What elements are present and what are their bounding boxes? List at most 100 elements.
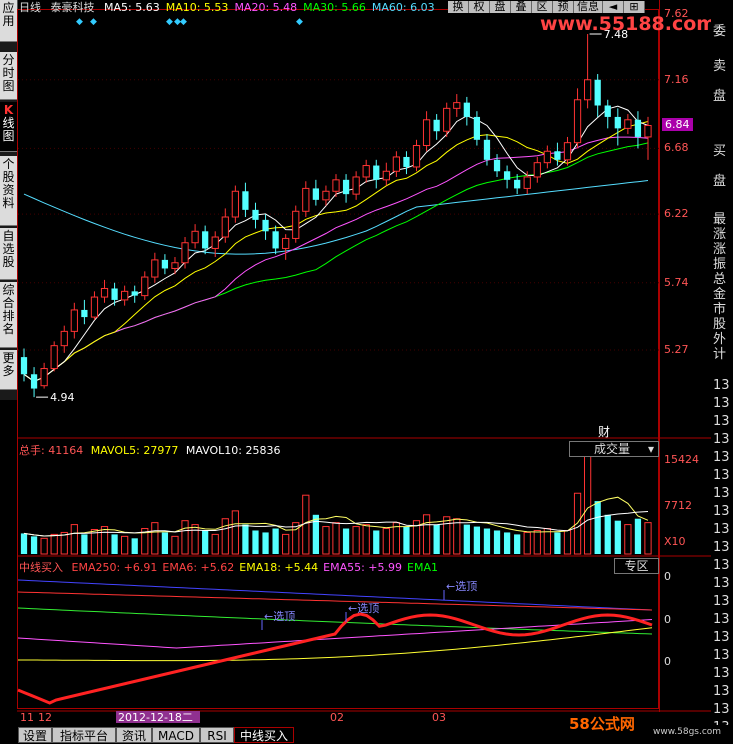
- volume-bar: [342, 528, 350, 554]
- candle-body: [90, 296, 99, 318]
- side-panel-time: 13: [713, 522, 730, 537]
- signal-label: ←选顶: [348, 602, 379, 615]
- volume-bar: [583, 455, 592, 555]
- volume-bar: [614, 520, 621, 554]
- side-panel-time: 13: [713, 666, 730, 681]
- side-panel-label: 盘: [713, 174, 727, 189]
- candle-body: [644, 125, 652, 138]
- volume-bar: [231, 510, 239, 555]
- side-panel-label: 盘: [713, 89, 727, 104]
- candle-body: [463, 102, 470, 117]
- side-panel-time: 13: [713, 702, 730, 717]
- volume-bar: [40, 537, 48, 555]
- candle-body: [161, 259, 169, 269]
- indicator-selector[interactable]: 成交量 ▾: [569, 441, 659, 457]
- volume-bar: [20, 533, 28, 554]
- bottom-tab-1[interactable]: 指标平台: [52, 727, 116, 743]
- candle-body: [141, 276, 149, 297]
- candle-body: [272, 231, 279, 249]
- volume-bar: [131, 538, 138, 554]
- candle-body: [392, 156, 401, 172]
- candle-body: [634, 119, 642, 137]
- diamond-marker: ◆: [166, 17, 173, 27]
- indicator-selector-label: 成交量: [594, 442, 631, 456]
- bottom-tab-3[interactable]: MACD: [152, 727, 200, 743]
- candle-body: [312, 188, 319, 200]
- indicator-param: EMA6: +5.62: [162, 561, 235, 574]
- bottom-tab-2[interactable]: 资讯: [116, 727, 152, 743]
- volume-bar: [443, 516, 451, 555]
- candle-body: [231, 190, 239, 218]
- kline-chart[interactable]: 7.484.94财◆ ◆ ◆ ◆ ◆ ◆ www.55188.com←选顶←选顶←选顶11 1…: [0, 0, 711, 744]
- candle-body: [292, 210, 300, 239]
- candle-body: [131, 291, 138, 296]
- side-panel-time: 13: [713, 504, 730, 519]
- signal-label: ←选顶: [264, 610, 295, 623]
- indicator-param: EMA18: +5.44: [239, 561, 319, 574]
- volume-bar: [362, 524, 370, 555]
- volume-bar: [191, 524, 199, 555]
- indicator-legend: 中线买入 EMA250: +6.91 EMA6: +5.62 EMA18: +5.4…: [19, 559, 438, 575]
- volume-bar: [382, 528, 390, 555]
- volume-bar: [523, 531, 531, 555]
- volume-bar: [211, 533, 219, 555]
- side-panel-label: 委: [713, 24, 727, 39]
- candle-body: [604, 105, 611, 117]
- volume-bar: [121, 535, 129, 555]
- candle-body: [403, 156, 410, 167]
- candle-body: [121, 290, 129, 301]
- side-panel-time: 13: [713, 630, 730, 645]
- side-panel-time: 13: [713, 594, 730, 609]
- volume-bar: [50, 533, 58, 555]
- candle-body: [202, 231, 209, 249]
- candle-body: [443, 107, 451, 132]
- volume-bar: [100, 526, 109, 555]
- candle-body: [554, 151, 561, 160]
- volume-bar: [221, 518, 229, 555]
- volume-bar: [202, 530, 209, 554]
- candle-body: [322, 190, 330, 201]
- volume-bar: [604, 514, 611, 554]
- side-panel-time: 13: [713, 684, 730, 699]
- volume-bar: [81, 534, 88, 554]
- side-panel-label: 买: [713, 144, 727, 159]
- mavol10: MAVOL10: 25836: [185, 444, 281, 457]
- side-panel-time: 13: [713, 540, 730, 555]
- candle-body: [252, 209, 259, 220]
- side-panel-time: 13: [713, 576, 730, 591]
- volume-bar: [483, 528, 491, 554]
- volume-bar: [111, 534, 118, 554]
- candle-body: [171, 262, 179, 269]
- volume-bar: [312, 514, 319, 554]
- volume-bar: [422, 514, 431, 555]
- zone-button-label: 专区: [624, 559, 649, 573]
- side-panel-time: 13: [713, 612, 730, 627]
- ma5-line: [23, 105, 649, 382]
- volume-bar: [473, 526, 481, 554]
- candle-body: [20, 357, 28, 375]
- candle-body: [191, 230, 199, 244]
- candle-body: [30, 374, 38, 389]
- candle-body: [81, 309, 88, 318]
- zone-button[interactable]: 专区: [614, 558, 659, 574]
- candle-body: [282, 237, 290, 249]
- volume-bar: [533, 529, 541, 555]
- volume-bar: [332, 522, 340, 555]
- candle-body: [221, 216, 229, 238]
- watermark: www.55188.com: [540, 13, 711, 35]
- date-tick: 12: [38, 711, 52, 724]
- candle-body: [100, 287, 109, 298]
- side-panel-time: 13: [713, 414, 730, 429]
- volume-bar: [272, 528, 279, 554]
- volume-bar: [453, 518, 461, 555]
- volume-total: 总手: 41164: [19, 444, 84, 457]
- bottom-tab-0[interactable]: 设置: [18, 727, 52, 743]
- bottom-tab-5[interactable]: 中线买入: [234, 727, 294, 743]
- volume-bar: [282, 533, 290, 555]
- candle-body: [40, 368, 48, 387]
- volume-bar: [514, 534, 521, 554]
- candle-body: [181, 242, 189, 264]
- volume-bar: [433, 524, 440, 554]
- volume-bar: [292, 522, 300, 555]
- bottom-tab-4[interactable]: RSI: [200, 727, 234, 743]
